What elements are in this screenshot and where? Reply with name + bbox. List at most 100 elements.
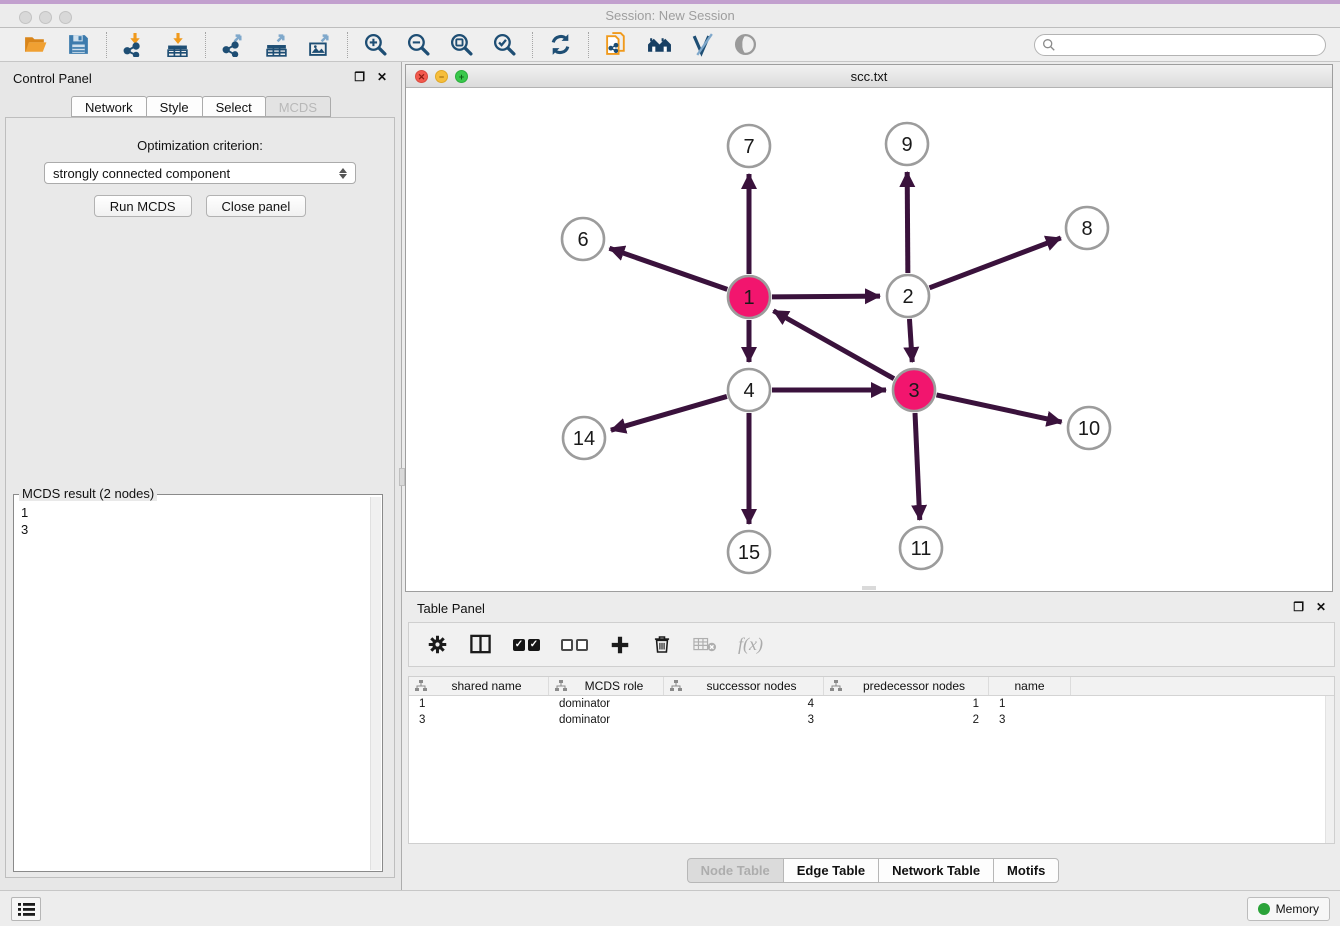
zoom-out-button[interactable] bbox=[405, 31, 432, 58]
function-builder-button[interactable]: f(x) bbox=[738, 632, 763, 658]
delete-columns-button[interactable] bbox=[652, 632, 672, 658]
open-session-button[interactable] bbox=[22, 31, 49, 58]
hierarchy-icon bbox=[555, 680, 567, 692]
tab-select[interactable]: Select bbox=[202, 96, 266, 117]
table-cell[interactable]: dominator bbox=[549, 696, 664, 712]
task-history-button[interactable] bbox=[11, 897, 41, 921]
edge-2-9[interactable] bbox=[907, 172, 908, 273]
column-header-MCDS-role[interactable]: MCDS role bbox=[549, 677, 664, 695]
export-network-icon bbox=[221, 32, 246, 57]
run-mcds-button[interactable]: Run MCDS bbox=[94, 195, 192, 217]
node-14[interactable]: 14 bbox=[563, 417, 605, 459]
column-header-shared-name[interactable]: shared name bbox=[409, 677, 549, 695]
table-scrollbar[interactable] bbox=[1325, 696, 1334, 843]
table-panel: Table Panel ❐ ✕ ✓ ✓ bbox=[405, 594, 1340, 890]
search-input[interactable] bbox=[1056, 36, 1325, 54]
table-cell[interactable]: 1 bbox=[824, 696, 989, 712]
table-settings-button[interactable] bbox=[427, 632, 448, 658]
deselect-all-columns-button[interactable] bbox=[561, 632, 588, 658]
edge-1-2[interactable] bbox=[772, 296, 880, 297]
ndex-homes-icon bbox=[647, 32, 672, 57]
show-columns-button[interactable] bbox=[469, 632, 492, 658]
table-cell[interactable]: 3 bbox=[989, 712, 1071, 728]
table-cell[interactable]: 4 bbox=[664, 696, 824, 712]
search-box[interactable] bbox=[1034, 34, 1326, 56]
node-11[interactable]: 11 bbox=[900, 527, 942, 569]
criterion-select[interactable]: strongly connected component bbox=[44, 162, 356, 184]
vizmapper-icon bbox=[690, 32, 715, 57]
table-cell[interactable]: dominator bbox=[549, 712, 664, 728]
network-window-titlebar[interactable]: ✕ − + scc.txt bbox=[406, 65, 1332, 88]
export-network-button[interactable] bbox=[220, 31, 247, 58]
node-8[interactable]: 8 bbox=[1066, 207, 1108, 249]
node-3[interactable]: 3 bbox=[893, 369, 935, 411]
ndex-button[interactable] bbox=[646, 31, 673, 58]
node-15[interactable]: 15 bbox=[728, 531, 770, 573]
control-panel-close-icon[interactable]: ✕ bbox=[377, 71, 387, 83]
checked-box-icon: ✓ bbox=[528, 639, 540, 651]
control-panel-float-icon[interactable]: ❐ bbox=[354, 71, 365, 83]
zoom-selected-button[interactable] bbox=[491, 31, 518, 58]
zoom-fit-button[interactable] bbox=[448, 31, 475, 58]
table-cell[interactable]: 1 bbox=[409, 696, 549, 712]
show-graphics-details-button[interactable] bbox=[732, 31, 759, 58]
search-icon bbox=[1042, 38, 1056, 52]
table-row[interactable]: 3dominator323 bbox=[409, 712, 1334, 728]
tab-node-table[interactable]: Node Table bbox=[687, 858, 784, 883]
share-document-icon bbox=[604, 32, 629, 57]
edge-3-10[interactable] bbox=[936, 395, 1061, 422]
export-table-button[interactable] bbox=[263, 31, 290, 58]
open-folder-icon bbox=[23, 32, 48, 57]
tab-motifs[interactable]: Motifs bbox=[993, 858, 1059, 883]
memory-button[interactable]: Memory bbox=[1247, 897, 1330, 921]
node-7[interactable]: 7 bbox=[728, 125, 770, 167]
vizmapper-button[interactable] bbox=[689, 31, 716, 58]
node-6[interactable]: 6 bbox=[562, 218, 604, 260]
node-9[interactable]: 9 bbox=[886, 123, 928, 165]
table-cell[interactable]: 3 bbox=[664, 712, 824, 728]
add-column-button[interactable] bbox=[609, 632, 631, 658]
delete-table-button[interactable] bbox=[693, 632, 717, 658]
network-canvas[interactable]: 7 9 6 8 1 2 4 3 14 10 15 11 bbox=[406, 88, 1332, 591]
mcds-result-text[interactable]: 1 3 bbox=[14, 500, 370, 871]
columns-icon bbox=[469, 633, 492, 656]
save-session-button[interactable] bbox=[65, 31, 92, 58]
node-1[interactable]: 1 bbox=[728, 276, 770, 318]
tab-network[interactable]: Network bbox=[71, 96, 147, 117]
tab-network-table[interactable]: Network Table bbox=[878, 858, 994, 883]
export-image-button[interactable] bbox=[306, 31, 333, 58]
node-4[interactable]: 4 bbox=[728, 369, 770, 411]
refresh-button[interactable] bbox=[547, 31, 574, 58]
close-panel-button[interactable]: Close panel bbox=[206, 195, 307, 217]
column-header-predecessor-nodes[interactable]: predecessor nodes bbox=[824, 677, 989, 695]
node-table[interactable]: shared nameMCDS rolesuccessor nodesprede… bbox=[408, 676, 1335, 844]
table-row[interactable]: 1dominator411 bbox=[409, 696, 1334, 712]
tab-mcds[interactable]: MCDS bbox=[265, 96, 331, 117]
table-panel-float-icon[interactable]: ❐ bbox=[1293, 601, 1304, 613]
node-10[interactable]: 10 bbox=[1068, 407, 1110, 449]
import-network-button[interactable] bbox=[121, 31, 148, 58]
network-resize-handle[interactable] bbox=[862, 586, 876, 590]
edge-2-3[interactable] bbox=[909, 319, 912, 362]
edge-3-1[interactable] bbox=[773, 311, 894, 379]
zoom-in-button[interactable] bbox=[362, 31, 389, 58]
table-cell[interactable]: 2 bbox=[824, 712, 989, 728]
node-2[interactable]: 2 bbox=[887, 275, 929, 317]
edge-4-14[interactable] bbox=[611, 396, 727, 430]
column-header-successor-nodes[interactable]: successor nodes bbox=[664, 677, 824, 695]
table-cell[interactable]: 3 bbox=[409, 712, 549, 728]
select-all-columns-button[interactable]: ✓ ✓ bbox=[513, 632, 540, 658]
column-header-name[interactable]: name bbox=[989, 677, 1071, 695]
tab-style[interactable]: Style bbox=[146, 96, 203, 117]
table-panel-close-icon[interactable]: ✕ bbox=[1316, 601, 1326, 613]
import-table-button[interactable] bbox=[164, 31, 191, 58]
edge-1-6[interactable] bbox=[609, 248, 727, 289]
share-document-button[interactable] bbox=[603, 31, 630, 58]
table-cell[interactable]: 1 bbox=[989, 696, 1071, 712]
edge-3-11[interactable] bbox=[915, 413, 920, 520]
window-title: Session: New Session bbox=[0, 8, 1340, 23]
status-bar: Memory bbox=[0, 890, 1340, 926]
mcds-result-scrollbar[interactable] bbox=[370, 497, 381, 870]
edge-2-8[interactable] bbox=[930, 238, 1061, 288]
tab-edge-table[interactable]: Edge Table bbox=[783, 858, 879, 883]
